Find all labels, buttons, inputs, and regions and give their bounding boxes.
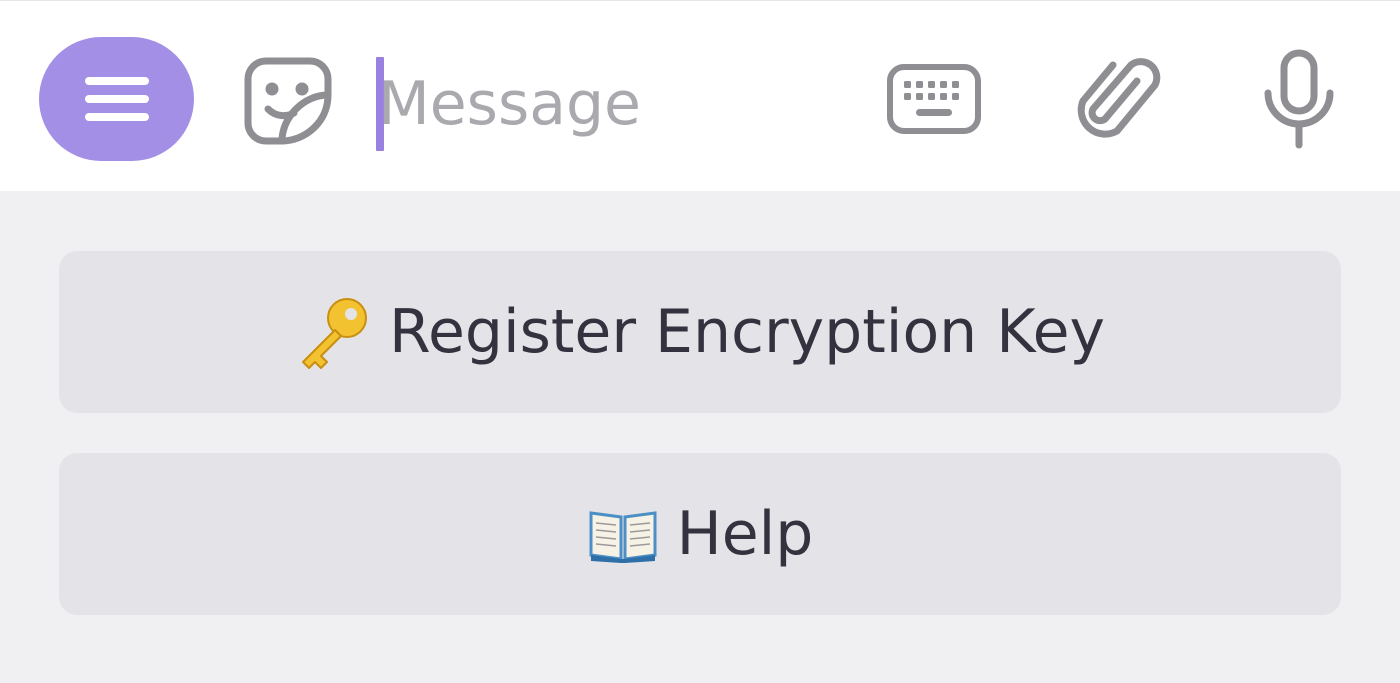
help-label: Help	[676, 499, 814, 569]
keyboard-icon	[887, 64, 981, 134]
sticker-smile-icon	[244, 57, 332, 145]
hamburger-menu-icon	[84, 77, 149, 121]
keyboard-toggle-button[interactable]	[880, 56, 988, 142]
message-input-area[interactable]	[376, 57, 846, 151]
help-button[interactable]: Help	[59, 453, 1341, 615]
message-composer	[0, 0, 1400, 191]
register-encryption-key-label: Register Encryption Key	[388, 297, 1106, 367]
attach-button[interactable]	[1072, 49, 1168, 149]
register-encryption-key-button[interactable]: Register Encryption Key	[59, 251, 1341, 413]
voice-message-button[interactable]	[1256, 47, 1342, 151]
key-icon	[295, 294, 371, 370]
sticker-button[interactable]	[238, 51, 338, 151]
message-input[interactable]	[378, 57, 838, 151]
open-book-icon	[587, 505, 659, 563]
microphone-icon	[1264, 49, 1334, 149]
paperclip-icon	[1077, 58, 1161, 138]
bot-menu-button[interactable]	[39, 37, 194, 161]
